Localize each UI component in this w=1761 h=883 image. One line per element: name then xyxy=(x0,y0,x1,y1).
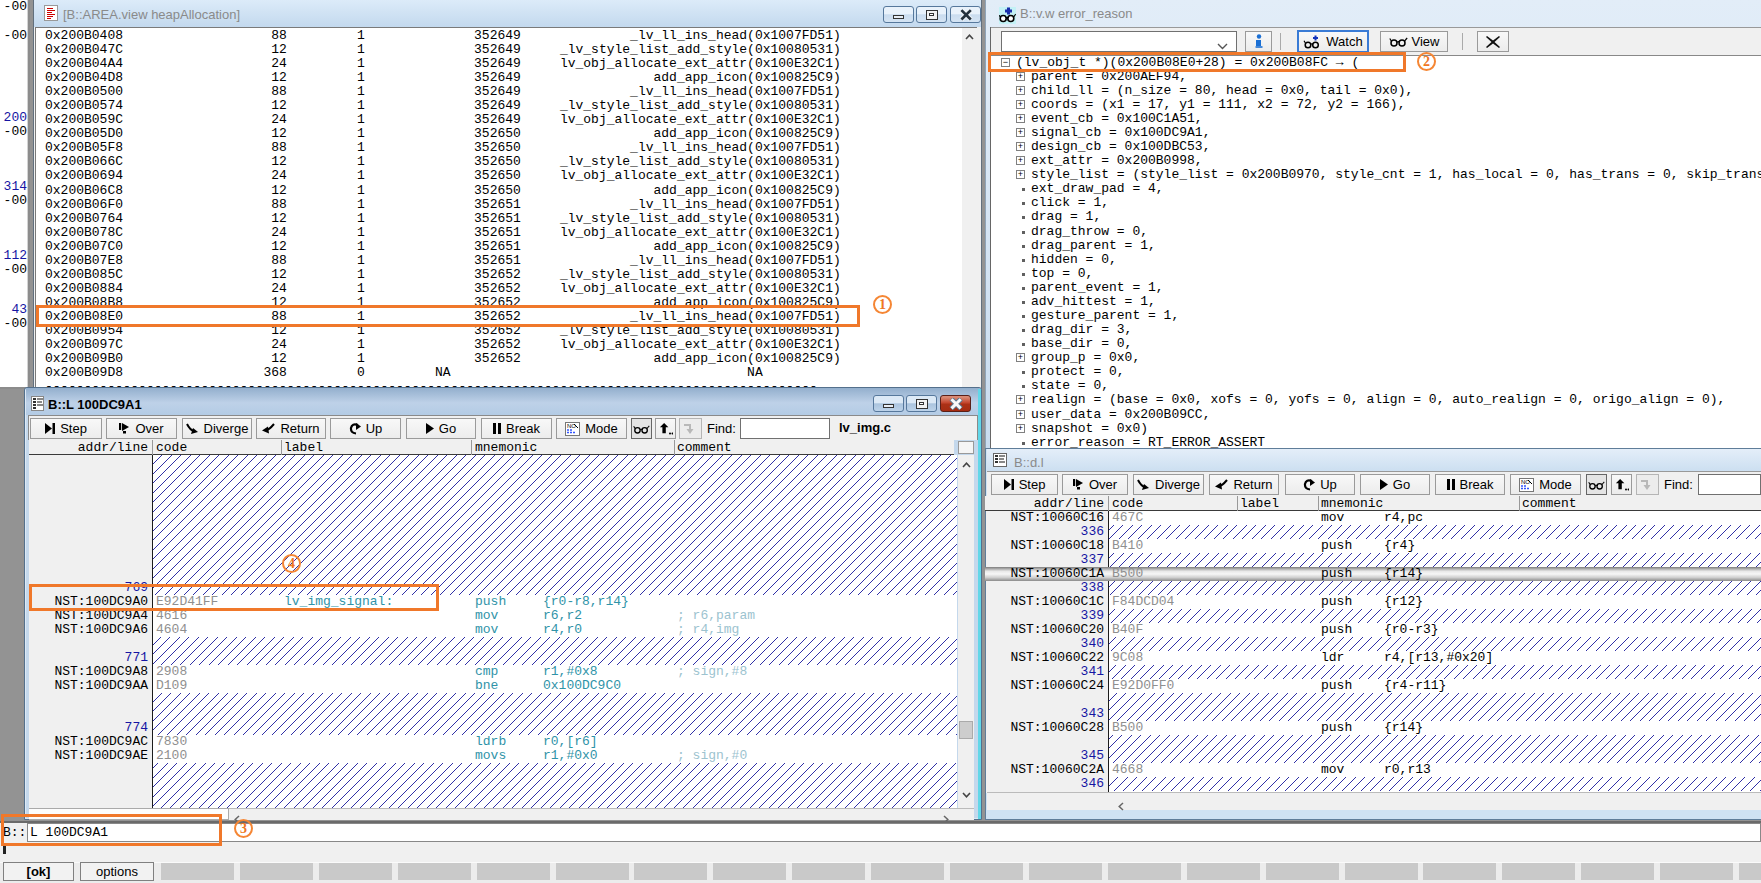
svg-text:NO: NO xyxy=(567,423,576,429)
svg-text:NO: NO xyxy=(1521,479,1530,485)
